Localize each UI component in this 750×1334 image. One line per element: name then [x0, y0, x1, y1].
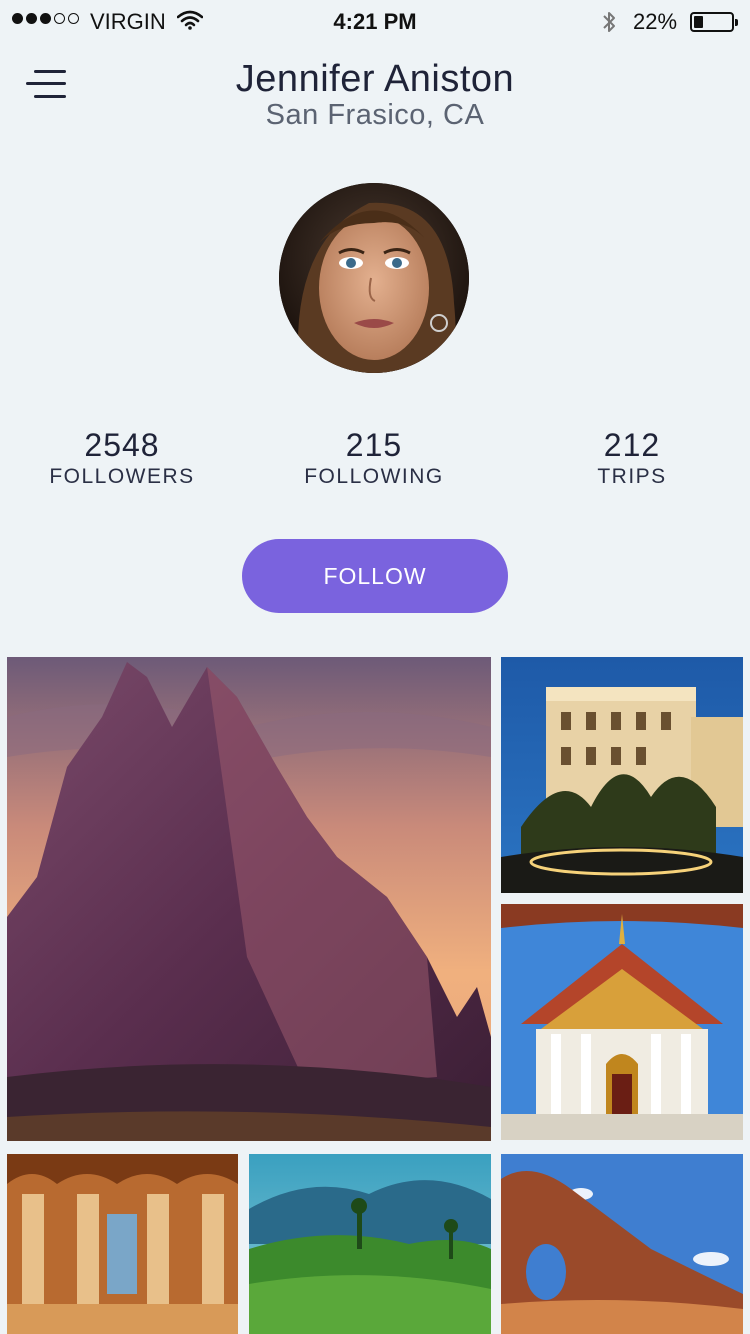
- battery-percentage: 22%: [633, 9, 678, 34]
- bluetooth-icon: [601, 8, 617, 42]
- followers-label: FOLLOWERS: [49, 465, 195, 488]
- photo-palace-hall[interactable]: [7, 1154, 238, 1334]
- stat-following[interactable]: 215 FOLLOWING: [264, 425, 484, 489]
- stat-trips[interactable]: 212 TRIPS: [522, 425, 742, 489]
- photo-palace-hotel[interactable]: [501, 657, 743, 893]
- photo-green-hills[interactable]: [249, 1154, 491, 1334]
- profile-location: San Frasico, CA: [265, 99, 485, 131]
- trips-label: TRIPS: [597, 465, 667, 488]
- battery-icon: [690, 12, 738, 32]
- follow-button[interactable]: FOLLOW: [242, 539, 508, 613]
- status-bar: VIRGIN 4:21 PM 22%: [0, 0, 750, 44]
- trips-count: 212: [603, 427, 661, 463]
- photo-rock-spire[interactable]: [7, 657, 491, 1141]
- avatar[interactable]: [279, 183, 469, 373]
- following-count: 215: [345, 427, 403, 463]
- stat-followers[interactable]: 2548 FOLLOWERS: [12, 425, 232, 489]
- profile-name: Jennifer Aniston: [235, 58, 515, 100]
- photo-thai-temple[interactable]: [501, 904, 743, 1140]
- photo-red-rock-arch[interactable]: [501, 1154, 743, 1334]
- followers-count: 2548: [84, 427, 160, 463]
- following-label: FOLLOWING: [304, 465, 444, 488]
